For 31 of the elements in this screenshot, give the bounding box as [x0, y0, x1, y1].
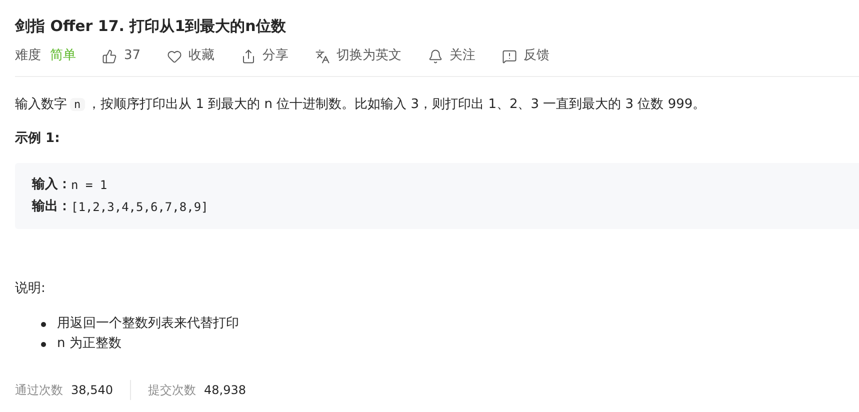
- example-label: 输入：: [32, 176, 71, 194]
- inline-code: n: [70, 98, 85, 111]
- problem-title: 剑指 Offer 17. 打印从1到最大的n位数: [15, 16, 287, 36]
- bullet-icon: [41, 342, 46, 346]
- difficulty-label: 难度: [15, 47, 41, 66]
- stat-label: 通过次数: [15, 382, 63, 399]
- bell-icon: [428, 48, 443, 64]
- feedback-button[interactable]: 反馈: [502, 46, 550, 66]
- feedback-icon: [502, 48, 517, 64]
- example-label: 输出：: [32, 198, 71, 216]
- like-button[interactable]: 37: [102, 46, 141, 66]
- translate-icon: [314, 48, 330, 64]
- note-item: n 为正整数: [57, 335, 122, 353]
- heart-icon: [166, 48, 182, 64]
- example-value: n = 1: [71, 176, 108, 194]
- note-item: 用返回一个整数列表来代替打印: [57, 315, 239, 333]
- share-icon: [240, 48, 256, 64]
- thumbs-up-icon: [102, 48, 117, 64]
- translate-button[interactable]: 切换为英文: [314, 46, 402, 66]
- stat-value: 38,540: [71, 382, 113, 399]
- example-heading: 示例 1:: [15, 130, 61, 148]
- stat-value: 48,938: [204, 382, 246, 399]
- share-button[interactable]: 分享: [240, 46, 289, 66]
- stat-label: 提交次数: [148, 382, 196, 399]
- bullet-icon: [41, 322, 46, 326]
- description-text: 输入数字 n ，按顺序打印出从 1 到最大的 n 位十进制数。比如输入 3，则打印出 1、2、3 一直到最大的 3 位数 999。: [15, 96, 707, 114]
- example-value: [1,2,3,4,5,6,7,8,9]: [71, 198, 208, 216]
- follow-button[interactable]: 关注: [428, 46, 476, 66]
- favorite-button[interactable]: 收藏: [166, 46, 215, 66]
- difficulty-value: 简单: [50, 47, 76, 66]
- notes-heading: 说明:: [15, 280, 46, 298]
